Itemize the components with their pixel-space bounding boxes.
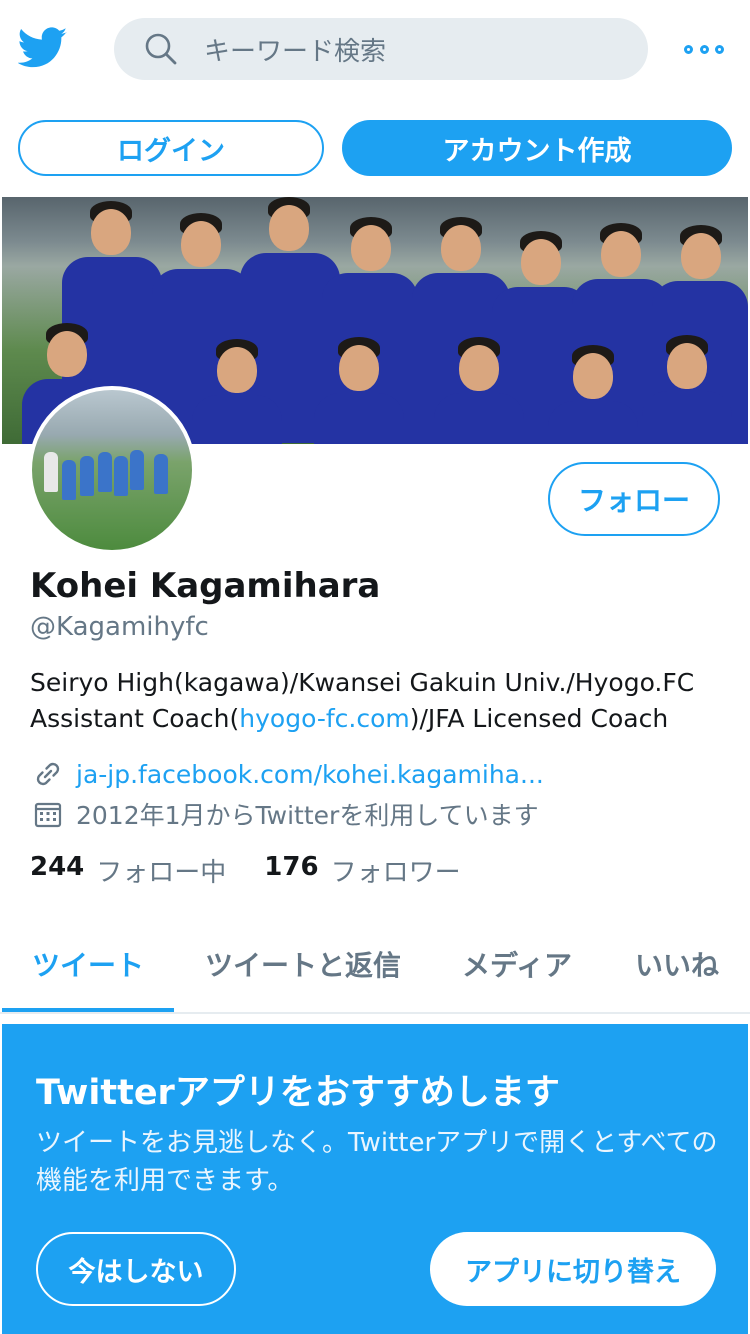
signup-button[interactable]: アカウント作成: [342, 120, 732, 176]
dot-icon: [715, 44, 724, 54]
promo-title: Twitterアプリをおすすめします: [36, 1073, 560, 1113]
tab-tweets[interactable]: ツイート: [32, 944, 144, 984]
not-now-button[interactable]: 今はしない: [36, 1232, 236, 1306]
follow-stats: 244 フォロー中 176 フォロワー: [30, 852, 499, 889]
following-label[interactable]: フォロー中: [96, 852, 226, 889]
switch-to-app-button[interactable]: アプリに切り替え: [430, 1232, 716, 1306]
website-link[interactable]: ja-jp.facebook.com/kohei.kagamiha...: [76, 760, 544, 789]
twitter-logo-icon[interactable]: [18, 26, 68, 70]
tab-likes[interactable]: いいね: [635, 944, 719, 984]
bio-link[interactable]: hyogo-fc.com: [239, 704, 409, 733]
profile-avatar[interactable]: [28, 386, 196, 554]
followers-count[interactable]: 176: [264, 852, 318, 889]
dot-icon: [684, 44, 693, 54]
promo-body: ツイートをお見逃しなく。Twitterアプリで開くとすべての機能を利用できます。: [36, 1128, 718, 1196]
profile-bio-line1: Seiryo High(kagawa)/Kwansei Gakuin Univ.…: [30, 668, 695, 697]
active-tab-indicator: [2, 1008, 174, 1012]
followers-label[interactable]: フォロワー: [331, 852, 461, 889]
dot-icon: [699, 44, 709, 54]
profile-tabs: ツイート ツイートと返信 メディア いいね: [0, 916, 750, 1014]
search-icon: [145, 33, 177, 65]
bio-text: )/JFA Licensed Coach: [409, 704, 669, 733]
following-count[interactable]: 244: [30, 852, 84, 889]
app-promo-banner: Twitterアプリをおすすめします ツイートをお見逃しなく。Twitterアプ…: [2, 1024, 748, 1334]
joined-row: 2012年1月からTwitterを利用しています: [32, 798, 539, 830]
more-options-icon[interactable]: [684, 40, 724, 58]
profile-bio-line2: Assistant Coach(hyogo-fc.com)/JFA Licens…: [30, 704, 668, 733]
search-placeholder: キーワード検索: [204, 36, 387, 67]
profile-handle: @Kagamihyfc: [30, 612, 209, 642]
calendar-icon: [34, 802, 62, 828]
bio-text: Assistant Coach(: [30, 704, 240, 733]
link-icon: [36, 762, 60, 786]
profile-name: Kohei Kagamihara: [30, 566, 381, 606]
website-row[interactable]: ja-jp.facebook.com/kohei.kagamiha...: [32, 758, 544, 790]
follow-button[interactable]: フォロー: [548, 462, 720, 536]
login-button[interactable]: ログイン: [18, 120, 324, 176]
tab-media[interactable]: メディア: [462, 944, 572, 984]
tab-tweets-and-replies[interactable]: ツイートと返信: [205, 944, 401, 984]
search-field[interactable]: キーワード検索: [114, 18, 648, 80]
joined-date: 2012年1月からTwitterを利用しています: [76, 801, 539, 830]
